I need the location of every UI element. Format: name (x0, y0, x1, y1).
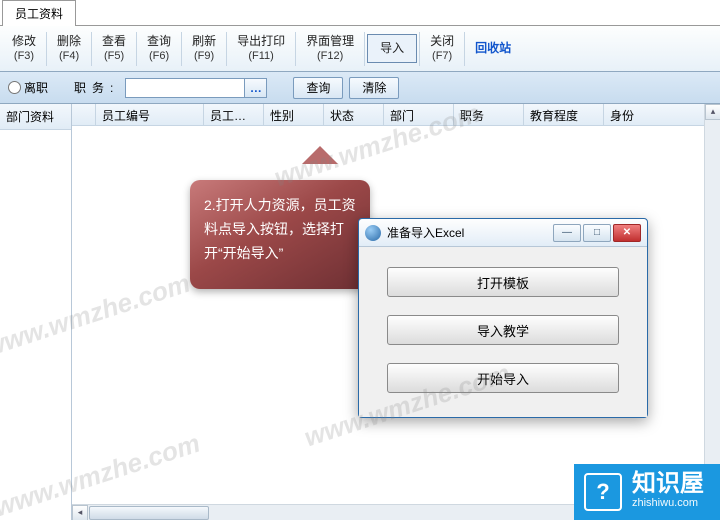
radio-label: 离职 (24, 79, 48, 96)
dialog-titlebar[interactable]: 准备导入Excel — □ ✕ (359, 219, 647, 247)
separator (136, 32, 137, 66)
toolbar-shortcut: (F3) (12, 49, 36, 63)
col-employee-id[interactable]: 员工编号 (96, 104, 204, 125)
col-status[interactable]: 状态 (324, 104, 384, 125)
col-gender[interactable]: 性别 (264, 104, 324, 125)
position-combo: … (125, 78, 267, 98)
minimize-button[interactable]: — (553, 224, 581, 242)
toolbar-export-print[interactable]: 导出打印(F11) (229, 30, 293, 68)
toolbar-label: 导出打印 (237, 34, 285, 50)
radio-input[interactable] (8, 81, 21, 94)
separator (419, 32, 420, 66)
clear-button[interactable]: 清除 (349, 77, 399, 99)
lookup-button[interactable]: … (245, 78, 267, 98)
import-dialog: 准备导入Excel — □ ✕ 打开模板 导入教学 开始导入 (358, 218, 648, 418)
scroll-left-icon[interactable]: ◂ (72, 505, 88, 520)
col-department[interactable]: 部门 (384, 104, 454, 125)
toolbar-label: 刷新 (192, 34, 216, 50)
dialog-body: 打开模板 导入教学 开始导入 (359, 247, 647, 417)
toolbar-edit[interactable]: 修改(F3) (4, 30, 44, 68)
separator (46, 32, 47, 66)
grid-row-selector[interactable] (72, 104, 96, 125)
scroll-up-icon[interactable]: ▴ (705, 104, 720, 120)
start-import-button[interactable]: 开始导入 (387, 363, 619, 393)
close-button[interactable]: ✕ (613, 224, 641, 242)
filter-bar: 离职 职务: … 查询 清除 (0, 72, 720, 104)
tab-strip: 员工资料 (0, 0, 720, 26)
toolbar-shortcut: (F5) (102, 49, 126, 63)
separator (181, 32, 182, 66)
toolbar-shortcut: (F11) (237, 49, 285, 63)
separator (364, 32, 365, 66)
dialog-title: 准备导入Excel (387, 224, 553, 241)
toolbar-query[interactable]: 查询(F6) (139, 30, 179, 68)
tab-employee-data[interactable]: 员工资料 (2, 0, 76, 26)
brand-text: 知识屋 zhishiwu.com (632, 472, 704, 511)
toolbar-label: 查看 (102, 34, 126, 50)
main-toolbar: 修改(F3) 删除(F4) 查看(F5) 查询(F6) 刷新(F9) 导出打印(… (0, 26, 720, 72)
sidebar: 部门资料 (0, 104, 72, 520)
brand-badge: ? 知识屋 zhishiwu.com (574, 464, 720, 520)
maximize-button[interactable]: □ (583, 224, 611, 242)
toolbar-view[interactable]: 查看(F5) (94, 30, 134, 68)
toolbar-label: 关闭 (430, 34, 454, 50)
grid-header-row: 员工编号 员工… 性别 状态 部门 职务 教育程度 身份 (72, 104, 720, 126)
query-button[interactable]: 查询 (293, 77, 343, 99)
toolbar-close[interactable]: 关闭(F7) (422, 30, 462, 68)
position-input[interactable] (125, 78, 245, 98)
separator (226, 32, 227, 66)
app-icon (365, 225, 381, 241)
vertical-scrollbar[interactable]: ▴ ▾ (704, 104, 720, 504)
col-employee-name[interactable]: 员工… (204, 104, 264, 125)
toolbar-refresh[interactable]: 刷新(F9) (184, 30, 224, 68)
toolbar-label: 查询 (147, 34, 171, 50)
toolbar-shortcut: (F4) (57, 49, 81, 63)
toolbar-shortcut: (F6) (147, 49, 171, 63)
scroll-track[interactable] (705, 120, 720, 488)
toolbar-delete[interactable]: 删除(F4) (49, 30, 89, 68)
toolbar-import[interactable]: 导入 (367, 34, 417, 64)
toolbar-label: 修改 (12, 34, 36, 50)
toolbar-ui-manage[interactable]: 界面管理(F12) (298, 30, 362, 68)
separator (91, 32, 92, 66)
col-position[interactable]: 职务 (454, 104, 524, 125)
toolbar-label: 界面管理 (306, 34, 354, 50)
separator (464, 32, 465, 66)
toolbar-shortcut: (F9) (192, 49, 216, 63)
toolbar-shortcut: (F12) (306, 49, 354, 63)
field-label-position: 职务: (74, 79, 119, 96)
toolbar-recycle-bin[interactable]: 回收站 (467, 37, 519, 61)
window-controls: — □ ✕ (553, 224, 641, 242)
col-identity[interactable]: 身份 (604, 104, 720, 125)
toolbar-label: 导入 (380, 41, 404, 57)
brand-name: 知识屋 (632, 472, 704, 496)
open-template-button[interactable]: 打开模板 (387, 267, 619, 297)
instruction-callout: 2.打开人力资源，员工资料点导入按钮，选择打开“开始导入” (190, 180, 370, 289)
brand-logo-icon: ? (584, 473, 622, 511)
toolbar-label: 删除 (57, 34, 81, 50)
separator (295, 32, 296, 66)
import-tutorial-button[interactable]: 导入教学 (387, 315, 619, 345)
col-education[interactable]: 教育程度 (524, 104, 604, 125)
toolbar-shortcut: (F7) (430, 49, 454, 63)
sidebar-header: 部门资料 (0, 104, 71, 130)
radio-resigned[interactable]: 离职 (8, 79, 48, 96)
brand-url: zhishiwu.com (632, 496, 704, 511)
scroll-thumb[interactable] (89, 506, 209, 520)
